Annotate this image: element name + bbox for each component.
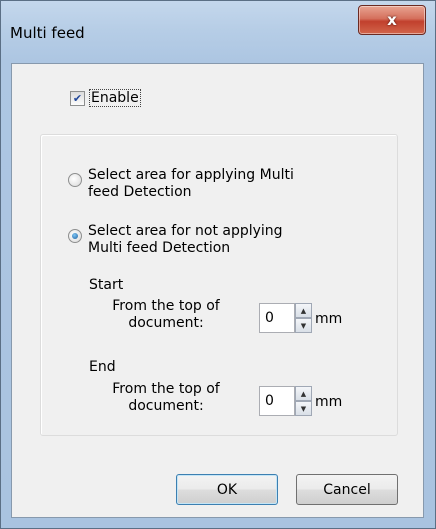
- start-spinner[interactable]: 0 ▲ ▼: [259, 303, 312, 333]
- checkmark-icon: ✔: [72, 91, 83, 105]
- ok-button[interactable]: OK: [176, 474, 278, 505]
- title-bar: Multi feed x: [1, 1, 435, 63]
- arrow-down-icon: ▼: [300, 404, 307, 413]
- enable-checkbox-row[interactable]: ✔ Enable: [70, 89, 141, 107]
- end-spin-down[interactable]: ▼: [295, 401, 312, 416]
- start-value-input[interactable]: 0: [259, 303, 295, 333]
- cancel-button[interactable]: Cancel: [296, 474, 398, 505]
- end-spinner[interactable]: 0 ▲ ▼: [259, 386, 312, 416]
- close-icon: x: [387, 11, 397, 29]
- start-field-label: From the top of document:: [105, 298, 227, 332]
- arrow-up-icon: ▲: [300, 389, 307, 398]
- radio-apply-label-line2: feed Detection: [88, 184, 192, 200]
- detection-area-group: Select area for applying Multi feed Dete…: [40, 134, 398, 436]
- radio-not-apply-label-line2: Multi feed Detection: [88, 240, 231, 256]
- start-label-line2: document:: [128, 315, 204, 331]
- dialog-client-area: ✔ Enable Select area for applying Multi …: [11, 63, 424, 518]
- end-title: End: [89, 359, 116, 375]
- start-title: Start: [89, 277, 124, 293]
- start-spin-up[interactable]: ▲: [295, 303, 312, 318]
- radio-apply-detection[interactable]: Select area for applying Multi feed Dete…: [68, 167, 294, 201]
- end-label-line1: From the top of: [112, 381, 220, 397]
- end-value-input[interactable]: 0: [259, 386, 295, 416]
- radio-not-apply-label-line1: Select area for not applying: [88, 223, 283, 239]
- end-label-line2: document:: [128, 398, 204, 414]
- end-unit: mm: [315, 394, 343, 410]
- radio-not-apply-detection[interactable]: Select area for not applying Multi feed …: [68, 223, 283, 257]
- radio-button-not-apply[interactable]: [68, 229, 82, 243]
- radio-button-apply[interactable]: [68, 173, 82, 187]
- radio-apply-label: Select area for applying Multi feed Dete…: [88, 167, 294, 201]
- arrow-down-icon: ▼: [300, 321, 307, 330]
- radio-not-apply-label: Select area for not applying Multi feed …: [88, 223, 283, 257]
- close-button[interactable]: x: [358, 5, 426, 35]
- radio-apply-label-line1: Select area for applying Multi: [88, 167, 294, 183]
- enable-label: Enable: [89, 89, 141, 107]
- end-spin-up[interactable]: ▲: [295, 386, 312, 401]
- start-label-line1: From the top of: [112, 298, 220, 314]
- enable-checkbox[interactable]: ✔: [70, 90, 85, 106]
- start-unit: mm: [315, 311, 343, 327]
- multi-feed-dialog: Multi feed x ✔ Enable Select area for ap…: [0, 0, 436, 529]
- start-spin-down[interactable]: ▼: [295, 318, 312, 333]
- end-field-label: From the top of document:: [105, 381, 227, 415]
- dialog-title: Multi feed: [10, 24, 85, 42]
- arrow-up-icon: ▲: [300, 306, 307, 315]
